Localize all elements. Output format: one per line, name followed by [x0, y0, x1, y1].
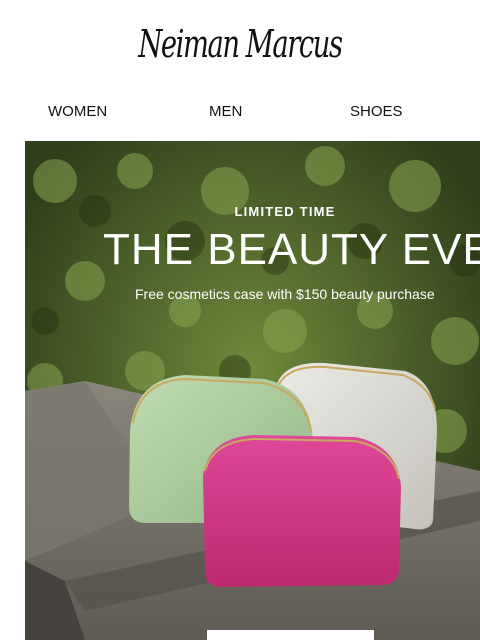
hero-banner[interactable]: LIMITED TIME THE BEAUTY EVENT Free cosme…: [25, 141, 480, 640]
brand-logo[interactable]: Neiman Marcus: [24, 22, 456, 66]
header: Neiman Marcus: [0, 0, 480, 95]
nav-item-women[interactable]: WOMEN: [48, 103, 107, 120]
hero-subtitle: Free cosmetics case with $150 beauty pur…: [135, 286, 435, 302]
category-nav: WOMEN MEN SHOES: [0, 103, 480, 123]
hero-title: THE BEAUTY EVENT: [103, 225, 480, 274]
nav-item-shoes[interactable]: SHOES: [350, 103, 403, 120]
nav-item-men[interactable]: MEN: [209, 103, 242, 120]
shop-now-button[interactable]: [207, 630, 374, 640]
hero-kicker: LIMITED TIME: [234, 204, 336, 219]
